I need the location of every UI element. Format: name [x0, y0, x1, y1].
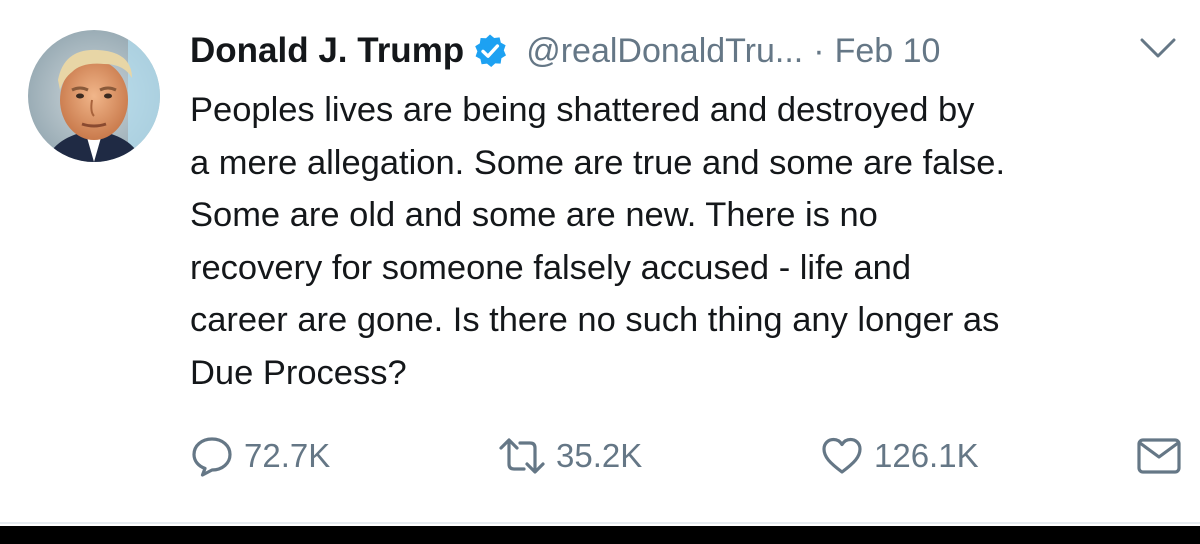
direct-message-button[interactable]: [1136, 428, 1182, 484]
tweet-text: Peoples lives are being shattered and de…: [190, 91, 1006, 392]
reply-icon: [190, 434, 234, 478]
reply-count: 72.7K: [244, 437, 331, 474]
like-button[interactable]: 126.1K: [820, 428, 979, 484]
retweet-button[interactable]: 35.2K: [498, 428, 642, 484]
retweet-count: 35.2K: [556, 437, 643, 474]
author-handle[interactable]: @realDonaldTru...: [526, 32, 803, 71]
verified-badge-icon: [472, 33, 508, 69]
tweet-actions: 72.7K 35.2K 126.1K: [190, 428, 1190, 484]
divider: [0, 522, 1200, 524]
like-count: 126.1K: [874, 437, 979, 474]
tweet-date[interactable]: Feb 10: [835, 32, 941, 71]
bottom-border: [0, 526, 1200, 544]
reply-button[interactable]: 72.7K: [190, 428, 330, 484]
tweet-header: Donald J. Trump @realDonaldTru... · Feb …: [190, 24, 940, 78]
chevron-down-icon[interactable]: [1138, 34, 1178, 64]
envelope-icon: [1136, 434, 1182, 478]
separator-dot: ·: [813, 31, 825, 70]
tweet-card: Donald J. Trump @realDonaldTru... · Feb …: [0, 0, 1200, 526]
author-name[interactable]: Donald J. Trump: [190, 31, 464, 71]
avatar-image: [28, 30, 160, 162]
avatar[interactable]: [28, 30, 160, 162]
heart-icon: [820, 434, 864, 478]
retweet-icon: [498, 434, 546, 478]
